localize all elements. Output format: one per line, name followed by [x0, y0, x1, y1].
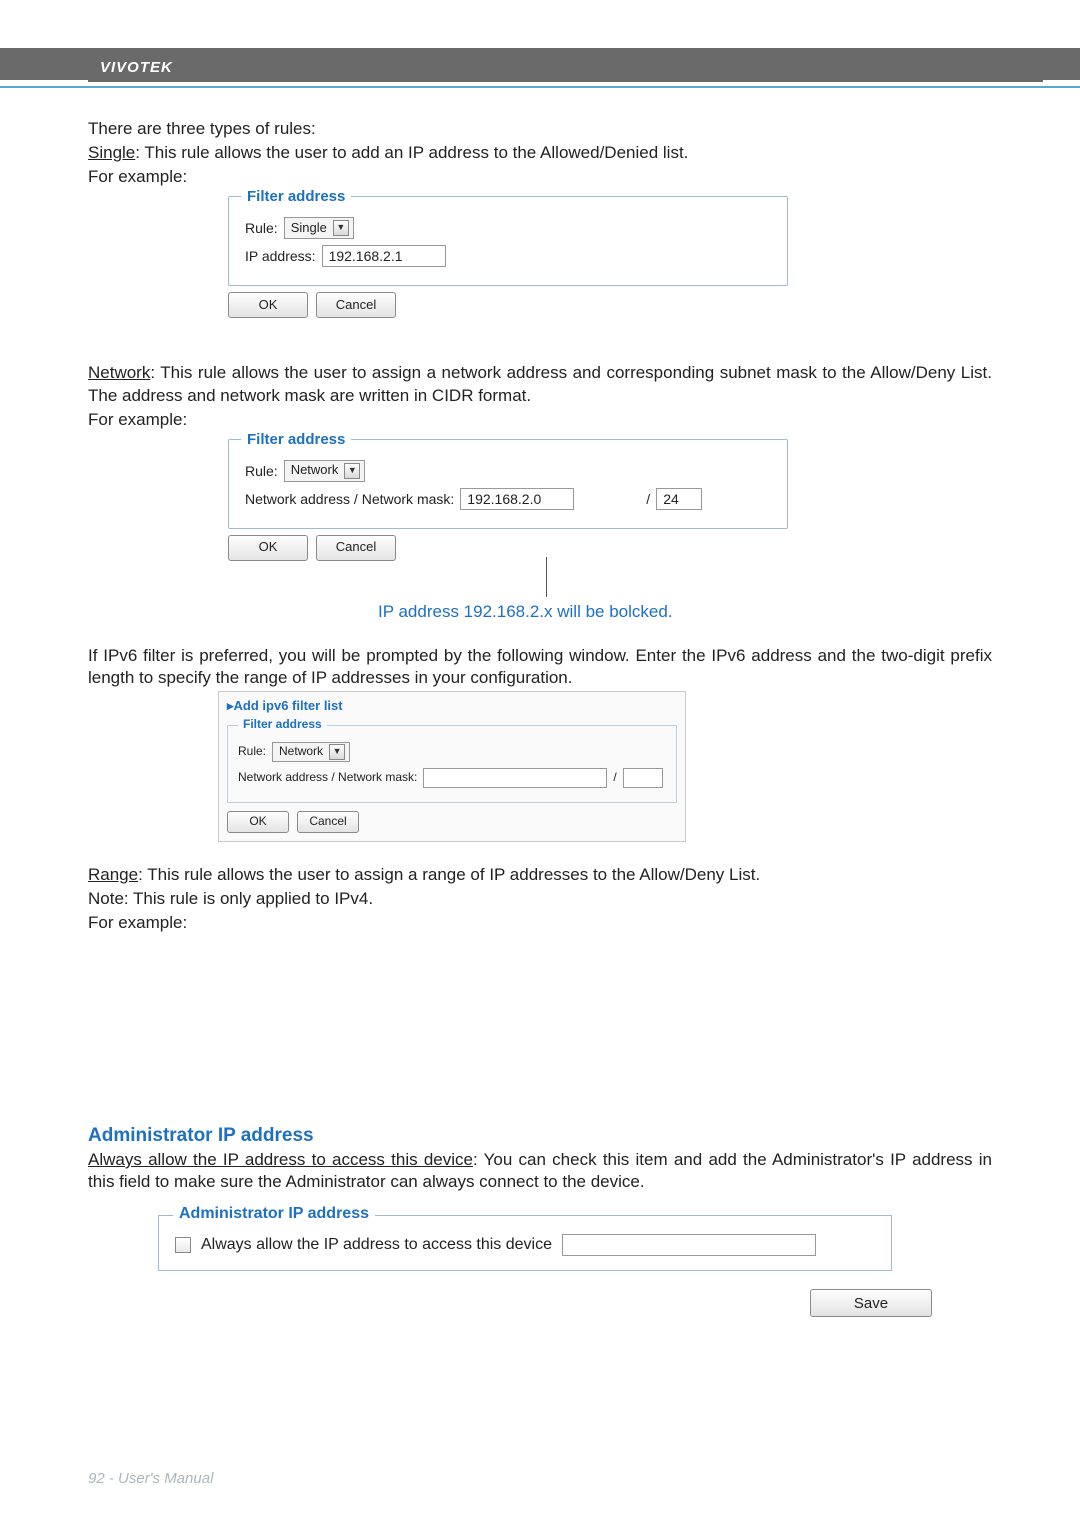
ok-button[interactable]: OK	[228, 535, 308, 561]
ipv6-rule-select[interactable]: Network ▼	[272, 742, 350, 762]
filter-address-network: Filter address Rule: Network ▼ Network a…	[228, 439, 788, 529]
single-desc: : This rule allows the user to add an IP…	[135, 143, 688, 162]
range-for-example: For example:	[88, 912, 992, 934]
ok-button[interactable]: OK	[228, 292, 308, 318]
ipv6-mask-input[interactable]	[623, 768, 663, 788]
callout-text: IP address 192.168.2.x will be bolcked.	[378, 601, 992, 623]
admin-ip-fieldset: Administrator IP address Always allow th…	[158, 1215, 892, 1271]
callout-line	[546, 557, 547, 597]
range-note: Note: This rule is only applied to IPv4.	[88, 888, 992, 910]
chevron-down-icon: ▼	[329, 744, 345, 760]
ipv6-rule-label: Rule:	[238, 744, 266, 760]
range-paragraph: Range: This rule allows the user to assi…	[88, 864, 992, 886]
rule-select-single[interactable]: Single ▼	[284, 217, 354, 239]
fs1-ip-label: IP address:	[245, 247, 316, 265]
rule-select-network[interactable]: Network ▼	[284, 460, 366, 482]
ipv6-intro: If IPv6 filter is preferred, you will be…	[88, 645, 992, 689]
intro-for-example: For example:	[88, 166, 992, 188]
admin-fs-legend: Administrator IP address	[173, 1204, 375, 1225]
ipv6-rule-select-value: Network	[279, 744, 323, 760]
ipv6-address-input[interactable]	[423, 768, 607, 788]
always-allow-label: Always allow the IP address to access th…	[201, 1235, 552, 1256]
network-label: Network	[88, 363, 150, 382]
chevron-down-icon: ▼	[344, 463, 360, 479]
rule-select-single-value: Single	[291, 220, 327, 237]
network-for-example: For example:	[88, 409, 992, 431]
ipv6-filter-box: ▸Add ipv6 filter list Filter address Rul…	[218, 691, 686, 842]
fs1-legend: Filter address	[241, 187, 351, 207]
filter-address-single: Filter address Rule: Single ▼ IP address…	[228, 196, 788, 286]
cancel-button[interactable]: Cancel	[316, 535, 396, 561]
network-paragraph: Network: This rule allows the user to as…	[88, 362, 992, 406]
ipv6-slash: /	[613, 770, 616, 786]
network-desc: : This rule allows the user to assign a …	[88, 363, 992, 404]
ok-button[interactable]: OK	[227, 811, 289, 833]
admin-paragraph: Always allow the IP address to access th…	[88, 1149, 992, 1193]
network-address-input[interactable]: 192.168.2.0	[460, 488, 574, 510]
fs2-slash: /	[646, 490, 650, 508]
fs2-netaddr-label: Network address / Network mask:	[245, 490, 454, 508]
brand-label: VIVOTEK	[88, 53, 1043, 82]
admin-heading: Administrator IP address	[88, 1124, 992, 1149]
intro-line1: There are three types of rules:	[88, 118, 992, 140]
save-button[interactable]: Save	[810, 1289, 932, 1317]
chevron-down-icon: ▼	[333, 220, 349, 236]
ipv6-title: ▸Add ipv6 filter list	[227, 698, 677, 719]
fs1-rule-label: Rule:	[245, 219, 278, 237]
range-label: Range	[88, 865, 138, 884]
range-desc: : This rule allows the user to assign a …	[138, 865, 760, 884]
cancel-button[interactable]: Cancel	[297, 811, 359, 833]
always-allow-checkbox[interactable]	[175, 1237, 191, 1253]
cancel-button[interactable]: Cancel	[316, 292, 396, 318]
admin-always-label: Always allow the IP address to access th…	[88, 1150, 473, 1169]
page-footer: 92 - User's Manual	[88, 1470, 213, 1487]
intro-single: Single: This rule allows the user to add…	[88, 142, 992, 164]
fs2-rule-label: Rule:	[245, 462, 278, 480]
ip-address-input[interactable]: 192.168.2.1	[322, 245, 446, 267]
rule-select-network-value: Network	[291, 462, 339, 479]
ipv6-legend: Filter address	[238, 717, 327, 733]
admin-ip-input[interactable]	[562, 1234, 816, 1256]
fs2-legend: Filter address	[241, 430, 351, 450]
ipv6-netaddr-label: Network address / Network mask:	[238, 770, 417, 786]
single-label: Single	[88, 143, 135, 162]
network-mask-input[interactable]: 24	[656, 488, 702, 510]
